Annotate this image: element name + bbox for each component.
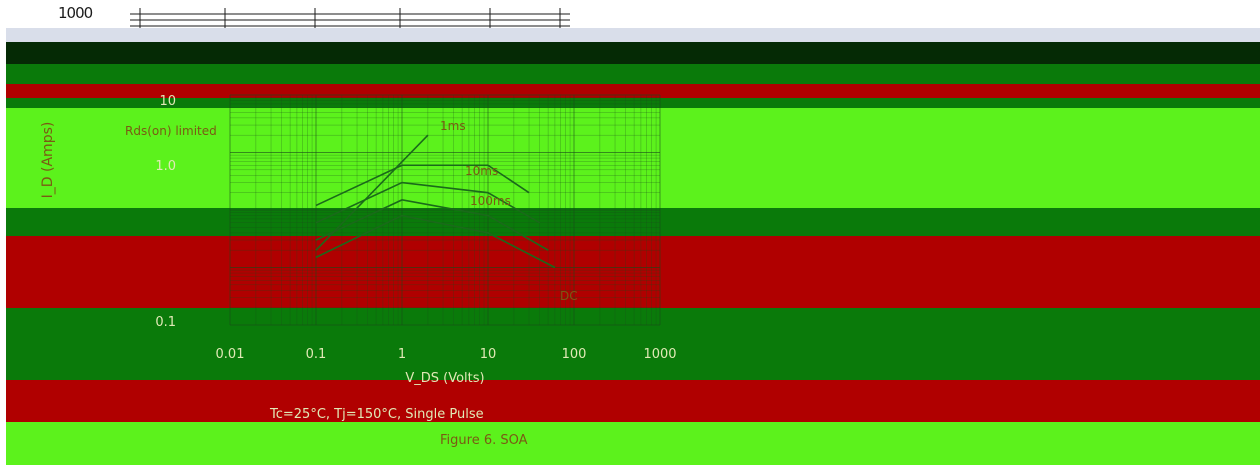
footnote-line-2: Figure 6. SOA: [440, 433, 528, 448]
footnote-layer: Tc=25°C, Tj=150°C, Single Pulse Figure 6…: [269, 407, 528, 448]
footnote-line-1: Tc=25°C, Tj=150°C, Single Pulse: [269, 407, 484, 422]
